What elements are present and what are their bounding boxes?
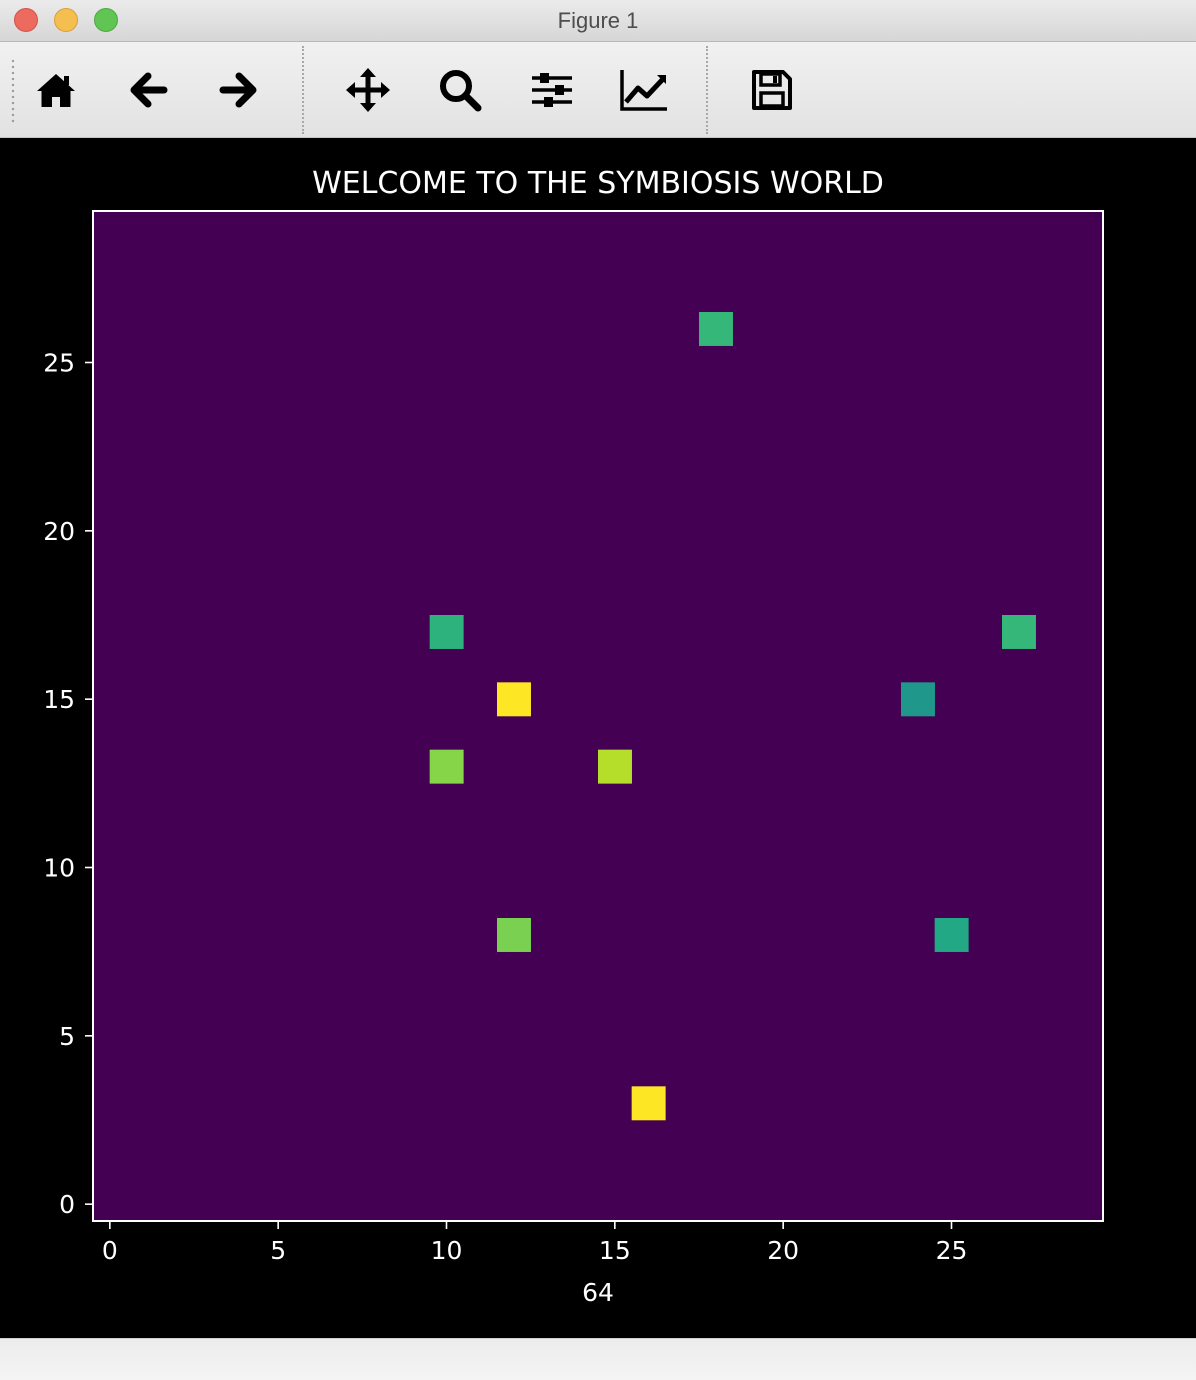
y-tick-label: 0 [59,1190,75,1219]
home-button[interactable] [30,64,82,116]
window-title: Figure 1 [557,8,639,33]
y-tick-label: 5 [59,1022,75,1051]
heatmap-background [93,211,1103,1221]
heatmap-plot[interactable]: 0 5 10 15 20 25 0 5 10 15 20 25 WELCOME TO THE SYMBI… [0,138,1196,1338]
floppy-disk-icon [752,70,792,110]
x-tick-label: 5 [270,1236,286,1265]
heatmap-cell [497,682,531,717]
heatmap-cell [901,682,935,717]
status-bar [0,1338,1196,1380]
back-button[interactable] [122,64,174,116]
zoom-button[interactable] [434,64,486,116]
x-tick-label: 20 [767,1236,799,1265]
x-tick-label: 10 [431,1236,463,1265]
save-button[interactable] [746,64,798,116]
y-tick-label: 10 [43,854,75,883]
line-chart-icon [620,70,667,111]
heatmap-cell [631,1086,666,1121]
sliders-icon [532,73,572,107]
home-icon [37,74,75,107]
x-axis-label: 64 [582,1278,614,1307]
window-titlebar: Figure 1 [0,0,1196,42]
toolbar-separator [302,46,304,134]
configure-subplots-button[interactable] [526,64,578,116]
toolbar-separator [706,46,708,134]
heatmap-cell [429,749,464,784]
magnifier-icon [440,70,482,112]
heatmap-cell [429,615,464,649]
toolbar-grip[interactable] [11,58,15,124]
figure-canvas[interactable]: 0 5 10 15 20 25 0 5 10 15 20 25 WELCOME TO THE SYMBI… [0,138,1196,1338]
heatmap-cell [699,312,733,346]
arrow-left-icon [130,72,168,108]
x-tick-label: 25 [936,1236,968,1265]
heatmap-cell [934,918,969,952]
y-tick-label: 20 [43,517,75,546]
y-tick-label: 25 [43,349,75,378]
forward-button[interactable] [213,64,265,116]
edit-axes-button[interactable] [618,64,670,116]
move-icon [346,68,390,112]
pan-button[interactable] [342,64,394,116]
chart-title: WELCOME TO THE SYMBIOSIS WORLD [312,166,884,201]
x-tick-label: 0 [102,1236,118,1265]
heatmap-cell [1002,615,1036,649]
navigation-toolbar [0,42,1196,138]
heatmap-cell [497,918,531,952]
x-tick-label: 15 [599,1236,631,1265]
y-tick-label: 15 [43,685,75,714]
arrow-right-icon [219,72,257,108]
heatmap-cell [598,749,632,784]
